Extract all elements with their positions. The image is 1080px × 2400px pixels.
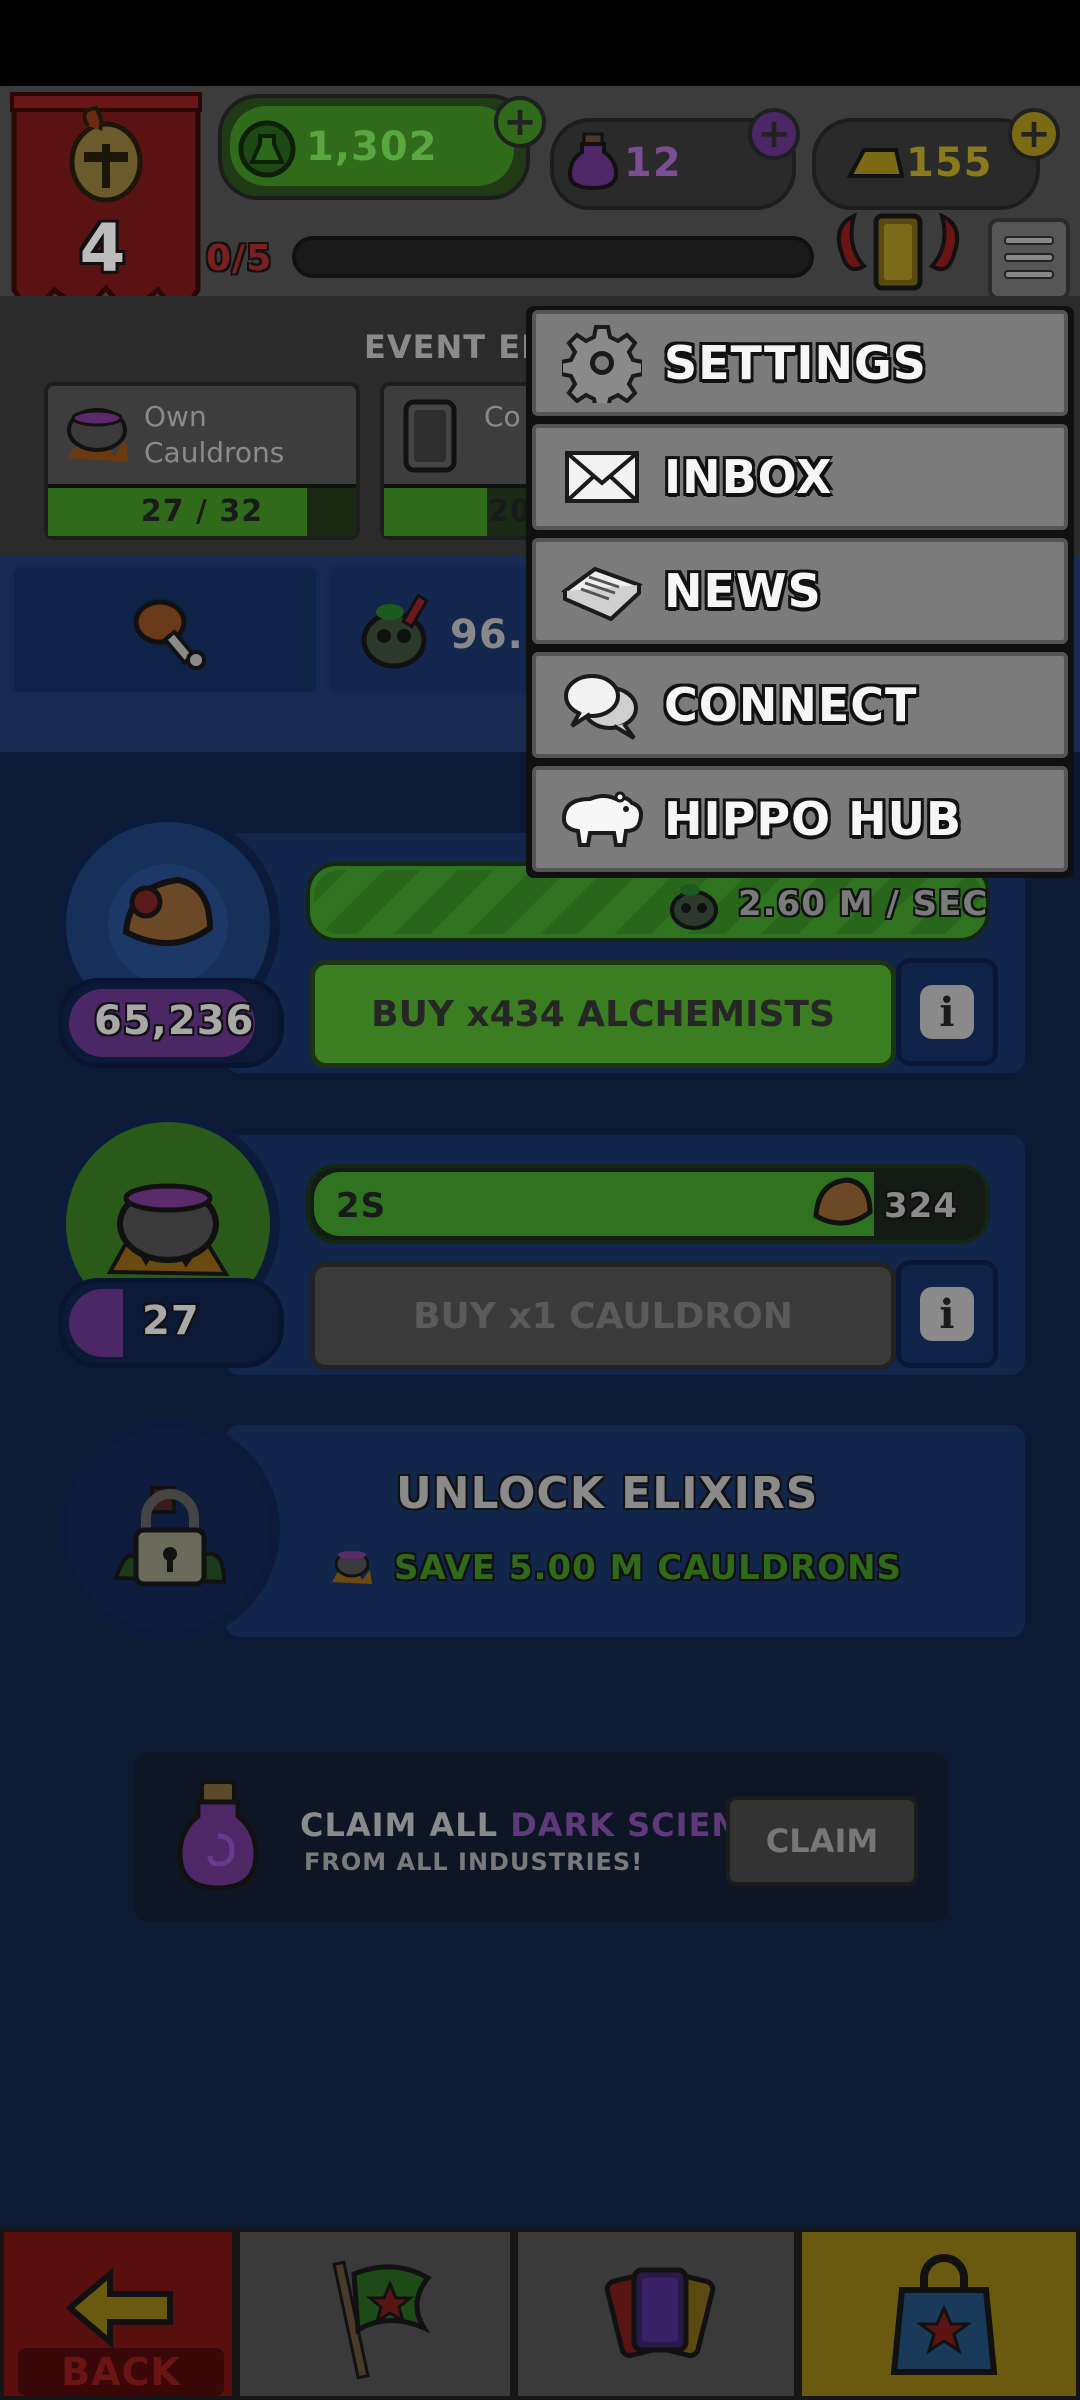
gold-plus-button[interactable]: + <box>1008 108 1060 160</box>
cauldron-cost: 324 <box>884 1186 958 1226</box>
status-bar <box>0 0 1080 86</box>
dark-science-value: 12 <box>624 140 682 186</box>
gear-icon <box>552 313 652 413</box>
menu-item-news[interactable]: NEWS <box>532 538 1068 644</box>
skull-cauldron-icon <box>361 593 429 669</box>
hamburger-menu-button[interactable] <box>988 218 1070 300</box>
unlock-elixirs-title: UNLOCK ELIXIRS <box>396 1468 819 1519</box>
cauldron-info-button[interactable]: i <box>896 1260 998 1368</box>
cauldron-production-fill <box>314 1172 874 1236</box>
tab-food[interactable] <box>10 564 320 696</box>
event-card-label-line1: Own <box>144 400 207 433</box>
event-card-own-cauldrons[interactable]: Own Cauldrons 27 / 32 <box>44 382 360 540</box>
tab-alchemy-rate: 96. <box>450 612 524 658</box>
menu-label-news: NEWS <box>664 564 822 618</box>
card-icon <box>403 399 457 473</box>
cauldron-count-fill <box>69 1289 123 1357</box>
menu-label-connect: CONNECT <box>664 678 918 732</box>
potion-bottle-icon <box>177 1780 259 1891</box>
unlock-elixirs-panel <box>220 1420 1030 1642</box>
buy-alchemists-button[interactable]: BUY x434 ALCHEMISTS <box>310 960 896 1068</box>
hippo-icon <box>552 769 652 869</box>
player-level: 4 <box>79 210 127 287</box>
hat-icon <box>813 1177 873 1226</box>
gold-value: 155 <box>906 140 993 186</box>
menu-label-hippo-hub: HIPPO HUB <box>664 792 963 846</box>
unlock-elixirs-requirement: SAVE 5.00 M CAULDRONS <box>394 1548 903 1588</box>
alchemist-count: 65,236 <box>94 998 255 1044</box>
envelope-icon <box>552 427 652 527</box>
nav-cards-button[interactable] <box>514 2228 798 2400</box>
claim-button[interactable]: CLAIM <box>726 1796 918 1886</box>
menu-label-settings: SETTINGS <box>664 336 927 390</box>
skull-cauldron-icon <box>670 884 718 930</box>
cauldron-count: 27 <box>142 1298 200 1344</box>
flask-coin-icon <box>238 120 296 178</box>
cauldron-icon <box>332 1550 372 1584</box>
event-entries-title: EVENT EN <box>364 328 549 366</box>
alchemist-info-button[interactable]: i <box>896 958 998 1066</box>
cauldron-icon <box>67 408 128 462</box>
shopping-bag-icon <box>890 2254 998 2375</box>
padlock-icon <box>113 1486 227 1587</box>
hat-icon <box>108 864 228 984</box>
event-card-label-line2: Cauldrons <box>144 436 285 469</box>
info-icon: i <box>920 1287 974 1341</box>
elixirs-locked-portrait[interactable] <box>56 1418 280 1642</box>
menu-item-hippo-hub[interactable]: HIPPO HUB <box>532 766 1068 872</box>
menu-label-inbox: INBOX <box>664 450 833 504</box>
claim-line2: FROM ALL INDUSTRIES! <box>304 1848 644 1876</box>
hamburger-icon <box>1004 236 1054 284</box>
buy-cauldron-button[interactable]: BUY x1 CAULDRON <box>310 1262 896 1370</box>
nav-events-button[interactable] <box>236 2228 514 2400</box>
cauldron-timer: 2S <box>336 1186 387 1226</box>
main-currency-plus-button[interactable]: + <box>494 96 546 148</box>
event-card-progress-fill <box>384 488 488 536</box>
back-label: BACK <box>61 2350 181 2394</box>
claim-line1: CLAIM ALL DARK SCIENCE <box>300 1806 787 1844</box>
event-card-progress-text: 27 / 32 <box>140 494 264 529</box>
cards-icon <box>604 2267 716 2358</box>
drumstick-icon <box>133 599 206 670</box>
rank-progress-text: 0/5 <box>206 238 273 279</box>
main-menu-dropdown: SETTINGS INBOX NEWS CONNECT HIPPO HUB <box>526 306 1074 878</box>
arrow-left-icon <box>66 2268 173 2348</box>
menu-item-settings[interactable]: SETTINGS <box>532 310 1068 416</box>
event-card-label-line1: Co <box>484 400 521 433</box>
alchemist-rate: 2.60 M / SEC <box>738 884 989 924</box>
nav-shop-button[interactable] <box>798 2228 1080 2400</box>
main-currency-value: 1,302 <box>306 124 438 170</box>
back-button[interactable]: BACK <box>0 2228 236 2400</box>
menu-item-inbox[interactable]: INBOX <box>532 424 1068 530</box>
chat-bubbles-icon <box>552 655 652 755</box>
newspaper-icon <box>552 541 652 641</box>
claim-line1-prefix: CLAIM ALL <box>300 1806 511 1844</box>
menu-item-connect[interactable]: CONNECT <box>532 652 1068 758</box>
dark-science-plus-button[interactable]: + <box>748 108 800 160</box>
flag-icon <box>332 2260 432 2380</box>
cauldron-icon <box>106 1183 230 1277</box>
gold-bar-icon <box>846 148 904 178</box>
potion-bottle-icon <box>568 132 618 191</box>
rank-progress-bar <box>292 236 814 278</box>
rank-reward-card-icon[interactable] <box>824 206 972 302</box>
info-icon: i <box>920 985 974 1039</box>
